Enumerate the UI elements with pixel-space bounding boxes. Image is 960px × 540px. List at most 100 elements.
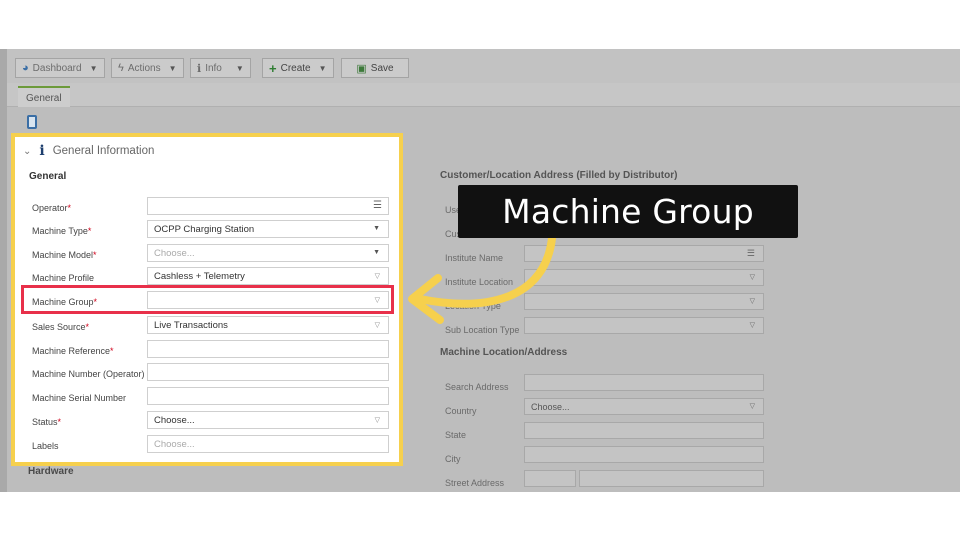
operator-input[interactable]: ☰: [147, 197, 389, 215]
state-input[interactable]: [524, 422, 764, 439]
field-label: Country: [445, 406, 477, 416]
operator-label: Operator*: [32, 203, 71, 213]
chevron-down-icon: ▽: [749, 403, 755, 410]
document-icon[interactable]: [27, 115, 37, 129]
label-text: Machine Type: [32, 226, 88, 236]
machine-number-input[interactable]: [147, 363, 389, 381]
pie-chart-icon: ◕: [22, 62, 29, 74]
label-text: Machine Serial Number: [32, 393, 127, 403]
callout-text: Machine Group: [502, 192, 754, 231]
field-label: Search Address: [445, 382, 509, 392]
machine-model-label: Machine Model*: [32, 250, 97, 260]
field-label: Sub Location Type: [445, 325, 520, 335]
country-select[interactable]: Choose... ▽: [524, 398, 764, 415]
caret-down-icon: ▼: [235, 63, 244, 73]
machine-serial-number-input[interactable]: [147, 387, 389, 405]
hardware-heading: Hardware: [28, 466, 74, 477]
caret-down-icon: ▼: [373, 225, 380, 232]
tab-bar: General: [7, 83, 960, 108]
street-address-input[interactable]: [579, 470, 764, 487]
label-text: Machine Model: [32, 250, 94, 260]
field-label: Institute Name: [445, 253, 504, 263]
labels-placeholder: Choose...: [154, 438, 195, 450]
country-value: Choose...: [531, 401, 570, 412]
save-label: Save: [370, 62, 394, 74]
machine-profile-select[interactable]: Cashless + Telemetry ▽: [147, 267, 389, 285]
actions-button[interactable]: ϟ Actions ▼: [111, 58, 184, 78]
field-label: Location Type: [445, 301, 501, 311]
machine-type-select[interactable]: OCPP Charging Station ▼: [147, 220, 389, 238]
chevron-down-icon[interactable]: ⌄: [23, 146, 31, 157]
sales-source-select[interactable]: Live Transactions ▽: [147, 316, 389, 334]
status-select[interactable]: Choose... ▽: [147, 411, 389, 429]
panel-title: General Information: [52, 145, 155, 157]
caret-down-icon: ▼: [373, 249, 380, 256]
tab-general-label: General: [26, 92, 62, 104]
panel-header[interactable]: ⌄ i General Information: [23, 143, 154, 159]
label-text: Status: [32, 417, 58, 427]
machine-location-heading: Machine Location/Address: [440, 347, 568, 358]
info-button[interactable]: ℹ Info ▼: [190, 58, 251, 78]
status-value: Choose...: [154, 414, 195, 426]
required-mark: *: [93, 250, 97, 260]
list-icon: ☰: [746, 248, 755, 258]
status-label: Status*: [32, 417, 61, 427]
institute-location-select[interactable]: ▽: [524, 269, 764, 286]
lightning-icon: ϟ: [118, 62, 124, 74]
sub-location-type-select[interactable]: ▽: [524, 317, 764, 334]
create-button[interactable]: + Create ▼: [262, 58, 334, 78]
location-type-select[interactable]: ▽: [524, 293, 764, 310]
section-subheading: General: [29, 171, 67, 182]
machine-type-value: OCPP Charging Station: [154, 223, 255, 235]
labels-select[interactable]: Choose...: [147, 435, 389, 453]
create-label: Create: [280, 62, 311, 74]
label-text: Machine Profile: [32, 273, 95, 283]
tab-general[interactable]: General: [18, 86, 70, 108]
chevron-down-icon: ▽: [749, 274, 755, 281]
sales-source-label: Sales Source*: [32, 322, 89, 332]
info-icon: i: [39, 143, 45, 159]
actions-label: Actions: [127, 62, 161, 74]
machine-number-label: Machine Number (Operator): [32, 369, 145, 379]
machine-serial-number-label: Machine Serial Number: [32, 393, 126, 403]
institute-name-input[interactable]: ☰: [524, 245, 764, 262]
caret-down-icon: ▼: [89, 63, 98, 73]
caret-down-icon: ▼: [318, 63, 327, 73]
info-icon: ℹ: [197, 62, 202, 75]
sales-source-value: Live Transactions: [154, 319, 228, 331]
label-text: Labels: [32, 441, 59, 451]
search-address-input[interactable]: [524, 374, 764, 391]
dashboard-label: Dashboard: [32, 62, 82, 74]
plus-icon: +: [269, 60, 277, 76]
machine-profile-value: Cashless + Telemetry: [154, 270, 245, 282]
dashboard-button[interactable]: ◕ Dashboard ▼: [15, 58, 105, 78]
caret-down-icon: ▼: [168, 63, 177, 73]
machine-type-label: Machine Type*: [32, 226, 91, 236]
chevron-down-icon: ▽: [749, 298, 755, 305]
required-mark: *: [87, 226, 92, 236]
city-input[interactable]: [524, 446, 764, 463]
field-label: Street Address: [445, 478, 505, 488]
floppy-disk-icon: ▣: [356, 62, 367, 75]
labels-label: Labels: [32, 441, 59, 451]
field-label: State: [445, 430, 467, 440]
machine-reference-label: Machine Reference*: [32, 346, 114, 356]
required-mark: *: [67, 203, 72, 213]
machine-model-select[interactable]: Choose... ▼: [147, 244, 389, 262]
label-text: Machine Number (Operator): [32, 369, 145, 379]
left-rail: [0, 49, 7, 492]
required-mark: *: [110, 346, 114, 356]
label-text: Machine Reference: [32, 346, 111, 356]
field-label: Institute Location: [445, 277, 514, 287]
customer-address-heading: Customer/Location Address (Filled by Dis…: [440, 170, 678, 181]
field-label: City: [445, 454, 461, 464]
machine-reference-input[interactable]: [147, 340, 389, 358]
callout-box: Machine Group: [458, 185, 798, 238]
chevron-down-icon: ▽: [374, 322, 380, 329]
list-icon[interactable]: ☰: [373, 200, 382, 211]
street-number-input[interactable]: [524, 470, 576, 487]
chevron-down-icon: ▽: [749, 322, 755, 329]
machine-group-highlight: [21, 285, 394, 314]
machine-model-placeholder: Choose...: [154, 247, 195, 259]
save-button[interactable]: ▣ Save: [341, 58, 409, 78]
